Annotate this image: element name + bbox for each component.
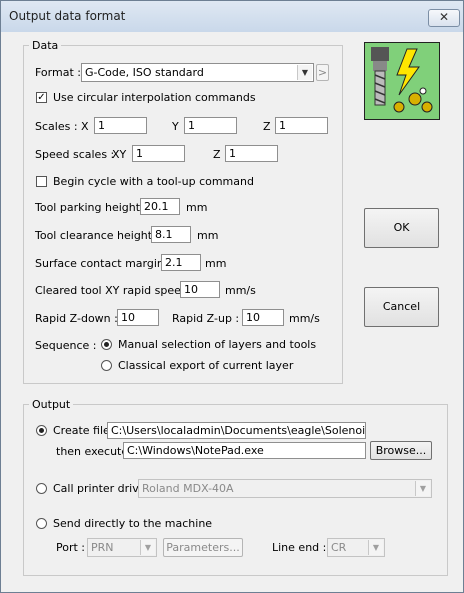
rapid-zdown-field[interactable]: 10 <box>117 309 159 326</box>
contact-margin-label: Surface contact margin : <box>35 257 172 270</box>
close-icon: ✕ <box>438 10 450 24</box>
milling-tool-icon <box>371 47 433 113</box>
parking-height-label: Tool parking height : <box>35 201 148 214</box>
clearance-height-unit: mm <box>197 229 219 242</box>
line-end-select[interactable]: CR ▼ <box>327 538 385 557</box>
dialog-window: Output data format ✕ Data Format : G-Cod… <box>0 0 464 593</box>
chevron-down-icon[interactable]: ▼ <box>415 481 430 496</box>
browse-button[interactable]: Browse... <box>370 441 432 460</box>
port-select[interactable]: PRN ▼ <box>87 538 157 557</box>
chevron-down-icon[interactable]: ▼ <box>140 540 155 555</box>
printer-value: Roland MDX-40A <box>142 482 234 495</box>
sequence-classical-radio[interactable] <box>101 360 112 371</box>
send-machine-label: Send directly to the machine <box>53 517 213 530</box>
scales-label: Scales : <box>35 120 78 133</box>
circular-interpolation-checkbox[interactable]: ✓ <box>36 92 47 103</box>
contact-margin-unit: mm <box>205 257 227 270</box>
execute-path-field[interactable]: C:\Windows\NotePad.exe <box>123 442 366 459</box>
parking-height-unit: mm <box>186 201 208 214</box>
cnc-tool-logo <box>364 42 440 120</box>
cancel-label: Cancel <box>382 300 421 313</box>
line-end-label: Line end : <box>272 541 327 554</box>
contact-margin-field[interactable]: 2.1 <box>161 254 201 271</box>
ok-label: OK <box>393 221 410 234</box>
printer-driver-label: Call printer driver <box>53 482 151 495</box>
sequence-manual-label: Manual selection of layers and tools <box>118 338 317 351</box>
chevron-down-icon[interactable]: ▼ <box>368 540 383 555</box>
scale-z-label: Z <box>263 120 271 133</box>
format-more-label: > <box>317 66 328 79</box>
speed-z-label: Z <box>213 148 221 161</box>
dialog-body: Data Format : G-Code, ISO standard ▼ > ✓… <box>6 32 457 586</box>
rapid-zup-field[interactable]: 10 <box>242 309 284 326</box>
circular-interpolation-label: Use circular interpolation commands <box>53 91 256 104</box>
create-file-path-field[interactable]: C:\Users\localadmin\Documents\eagle\Sole… <box>107 422 366 439</box>
then-execute-label: then execute <box>56 445 129 458</box>
parameters-label: Parameters... <box>166 541 240 554</box>
parameters-button[interactable]: Parameters... <box>163 538 243 557</box>
scale-z-field[interactable]: 1 <box>275 117 328 134</box>
rapid-zdown-label: Rapid Z-down : <box>35 312 118 325</box>
tool-up-label: Begin cycle with a tool-up command <box>53 175 254 188</box>
scale-y-label: Y <box>172 120 179 133</box>
format-label: Format : <box>35 66 81 79</box>
rapid-zup-label: Rapid Z-up : <box>172 312 240 325</box>
rapid-zup-unit: mm/s <box>289 312 320 325</box>
scale-y-field[interactable]: 1 <box>184 117 237 134</box>
format-value: G-Code, ISO standard <box>85 66 204 79</box>
sequence-label: Sequence : <box>35 339 97 352</box>
output-group-legend: Output <box>29 398 74 411</box>
speed-xy-field[interactable]: 1 <box>132 145 185 162</box>
rapid-speed-unit: mm/s <box>225 284 256 297</box>
port-label: Port : <box>56 541 86 554</box>
cancel-button[interactable]: Cancel <box>364 287 439 327</box>
sequence-manual-radio[interactable] <box>101 339 112 350</box>
check-icon: ✓ <box>37 92 46 103</box>
create-file-label: Create file <box>53 424 110 437</box>
send-machine-radio[interactable] <box>36 518 47 529</box>
rapid-speed-field[interactable]: 10 <box>180 281 220 298</box>
scale-x-field[interactable]: 1 <box>94 117 147 134</box>
format-more-button[interactable]: > <box>316 64 329 81</box>
chevron-down-icon[interactable]: ▼ <box>297 65 312 80</box>
speed-xy-label: XY <box>112 148 127 161</box>
speed-z-field[interactable]: 1 <box>225 145 278 162</box>
browse-label: Browse... <box>375 444 427 457</box>
close-button[interactable]: ✕ <box>428 9 460 27</box>
clearance-height-field[interactable]: 8.1 <box>151 226 191 243</box>
ok-button[interactable]: OK <box>364 208 439 248</box>
printer-select[interactable]: Roland MDX-40A ▼ <box>138 479 432 498</box>
format-select[interactable]: G-Code, ISO standard ▼ <box>81 63 314 82</box>
scale-x-label: X <box>81 120 89 133</box>
data-group-legend: Data <box>29 39 62 52</box>
speed-scales-label: Speed scales : <box>35 148 115 161</box>
port-value: PRN <box>91 541 114 554</box>
create-file-radio[interactable] <box>36 425 47 436</box>
parking-height-field[interactable]: 20.1 <box>140 198 180 215</box>
title-bar[interactable]: Output data format ✕ <box>1 1 463 32</box>
printer-driver-radio[interactable] <box>36 483 47 494</box>
line-end-value: CR <box>331 541 347 554</box>
tool-up-checkbox[interactable] <box>36 176 47 187</box>
sequence-classical-label: Classical export of current layer <box>118 359 294 372</box>
clearance-height-label: Tool clearance height : <box>35 229 160 242</box>
window-title: Output data format <box>9 9 126 23</box>
rapid-speed-label: Cleared tool XY rapid speed : <box>35 284 196 297</box>
